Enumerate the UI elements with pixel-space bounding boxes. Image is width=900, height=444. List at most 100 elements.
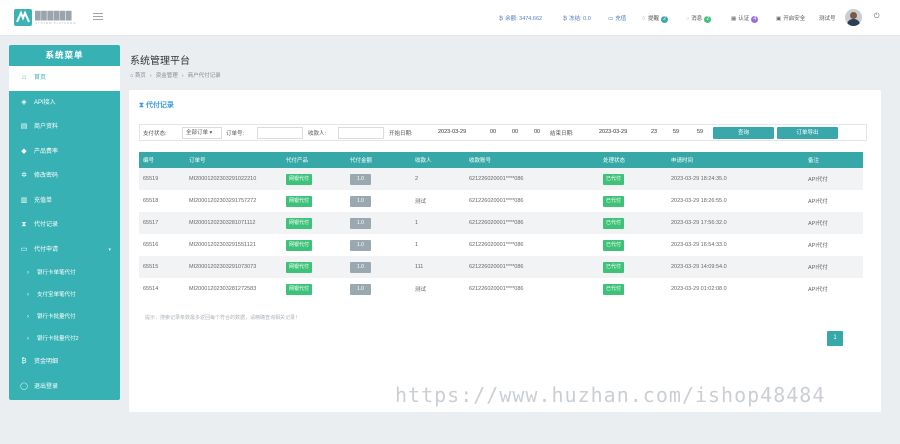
column-header[interactable]: 处理状态 xyxy=(599,152,667,168)
table-row[interactable]: 65514 MI20001202303281272583 网银代付 1.0 测试… xyxy=(139,278,863,300)
column-header[interactable]: 备注 xyxy=(804,152,863,168)
records-table: 编号 订单号 代付产品 代付金额 收款人 收款账号 处理状态 申请时间 备注 6… xyxy=(139,152,863,300)
start-second-field[interactable]: 00 xyxy=(534,129,540,135)
sidebar-item-merchant-info[interactable]: ▤ 商户资料 xyxy=(9,115,120,140)
chevron-down-icon: ▾ xyxy=(108,246,111,253)
order-label: 订单号: xyxy=(226,131,245,137)
product-tag: 网银代付 xyxy=(286,239,313,251)
power-icon: ◯ xyxy=(20,382,28,390)
security-link[interactable]: ▣ 开启安全 xyxy=(776,14,805,22)
sidebar-item-rates[interactable]: ◆ 产品费率 xyxy=(9,140,120,165)
column-header[interactable]: 订单号 xyxy=(185,152,282,168)
hourglass-icon: ⧗ xyxy=(139,102,144,109)
column-header[interactable]: 收款人 xyxy=(411,152,465,168)
amount-tag: 1.0 xyxy=(350,173,371,185)
sidebar-subitem[interactable]: › 支付宝单笔代付 xyxy=(9,284,120,306)
shield-icon: ◈ xyxy=(21,98,27,106)
product-tag: 网银代付 xyxy=(286,195,313,207)
amount-tag: 1.0 xyxy=(350,195,371,207)
payee-label: 收款人: xyxy=(308,131,327,137)
cube-icon: ◆ xyxy=(21,147,27,155)
table-row[interactable]: 65517 MI20001202303281071112 网银代付 1.0 1 … xyxy=(139,212,863,234)
sidebar-subitem[interactable]: › 银行卡单笔代付 xyxy=(9,262,120,284)
column-header[interactable]: 代付金额 xyxy=(346,152,411,168)
logo-subtitle: SYSTEM PLATFORM xyxy=(35,21,77,25)
chevron-right-icon: › xyxy=(27,292,29,298)
table-row[interactable]: 65516 MI20001202303291551121 网银代付 1.0 1 … xyxy=(139,234,863,256)
menu-toggle-icon[interactable] xyxy=(93,13,103,22)
logo-icon[interactable] xyxy=(14,9,32,26)
end-hour-field[interactable]: 23 xyxy=(651,129,657,135)
column-header[interactable]: 申请时间 xyxy=(667,152,804,168)
column-header[interactable]: 收款账号 xyxy=(465,152,599,168)
calendar-icon: ▦ xyxy=(731,16,737,22)
product-tag: 网银代付 xyxy=(286,173,313,185)
table-row[interactable]: 65518 MI20001202303291757272 网银代付 1.0 测试… xyxy=(139,190,863,212)
end-date-field[interactable]: 2023-03-29 xyxy=(599,129,627,135)
chevron-right-icon: › xyxy=(27,270,29,276)
chevron-right-icon: › xyxy=(27,336,29,342)
payee-input[interactable] xyxy=(338,127,384,139)
amount-tag: 1.0 xyxy=(350,261,371,273)
lock-icon: ▣ xyxy=(776,16,782,22)
sidebar-subitem[interactable]: › 银行卡批量代付 xyxy=(9,306,120,328)
sidebar-item-home[interactable]: ⌂ 首页 xyxy=(9,66,120,91)
bitcoin-icon: ₿ xyxy=(563,16,568,22)
remind-link[interactable]: ♢ 提醒 2 xyxy=(641,14,668,23)
status-select[interactable]: 全部订单 ▾ xyxy=(182,127,222,139)
gear-icon: ✲ xyxy=(21,172,27,179)
start-date-field[interactable]: 2023-03-29 xyxy=(438,129,466,135)
status-badge: 已代付 xyxy=(603,239,625,251)
query-button[interactable]: 查询 xyxy=(713,127,774,139)
end-date-label: 结束日期: xyxy=(550,131,574,137)
start-hour-field[interactable]: 00 xyxy=(490,129,496,135)
sidebar-item-payout-records[interactable]: ⧗ 代付记录 xyxy=(9,213,120,238)
status-badge: 已代付 xyxy=(603,261,625,273)
column-header[interactable]: 代付产品 xyxy=(282,152,346,168)
column-header[interactable]: 编号 xyxy=(139,152,185,168)
sidebar-subitem[interactable]: › 银行卡批量代付2 xyxy=(9,328,120,350)
breadcrumb: ⌂ 首页 › 资金管理 › 商户代付记录 xyxy=(130,73,221,79)
auth-link[interactable]: ▦ 认证 4 xyxy=(731,14,759,23)
end-second-field[interactable]: 59 xyxy=(697,129,703,135)
breadcrumb-item[interactable]: 首页 xyxy=(135,73,146,79)
start-minute-field[interactable]: 00 xyxy=(512,129,518,135)
breadcrumb-item[interactable]: 资金管理 xyxy=(156,73,178,79)
end-minute-field[interactable]: 59 xyxy=(673,129,679,135)
sidebar-item-recharge[interactable]: ▥ 充值单 xyxy=(9,189,120,214)
logout-icon[interactable]: ⏻ xyxy=(874,13,880,21)
status-badge: 已代付 xyxy=(603,195,625,207)
logo-text: ██████ xyxy=(35,11,73,20)
sidebar-item-api[interactable]: ◈ API接入 xyxy=(9,91,120,116)
recharge-link[interactable]: ▭ 充值 xyxy=(608,14,626,22)
table-row[interactable]: 65519 MI20001202303291022210 网银代付 1.0 2 … xyxy=(139,168,863,190)
sidebar-item-logout[interactable]: ◯ 退出登录 xyxy=(9,375,120,400)
export-button[interactable]: 订单导出 xyxy=(777,127,838,139)
auth-badge: 4 xyxy=(751,16,759,23)
balance-indicator: ₿ 余额: 3474.662 xyxy=(499,16,543,22)
sidebar-item-payout-apply[interactable]: ▭ 代付申请 ▾ xyxy=(9,238,120,263)
avatar[interactable] xyxy=(845,9,862,26)
status-badge: 已代付 xyxy=(603,217,625,229)
breadcrumb-item: 商户代付记录 xyxy=(187,73,221,79)
remind-badge: 2 xyxy=(660,16,668,23)
product-tag: 网银代付 xyxy=(286,217,313,229)
sidebar-item-password[interactable]: ✲ 修改密码 xyxy=(9,164,120,189)
order-input[interactable] xyxy=(257,127,303,139)
sidebar-item-funds[interactable]: ₿ 资金明细 xyxy=(9,350,120,375)
username[interactable]: 测试号 xyxy=(819,14,836,22)
status-badge: 已代付 xyxy=(603,283,625,295)
page-title: 系统管理平台 xyxy=(130,56,190,67)
product-tag: 网银代付 xyxy=(286,283,313,295)
status-label: 支付状态: xyxy=(143,131,167,137)
card-icon: ▭ xyxy=(20,245,28,253)
table-row[interactable]: 65515 MI20001202303291073073 网银代付 1.0 11… xyxy=(139,256,863,278)
status-badge: 已代付 xyxy=(603,173,625,185)
message-link[interactable]: ◌ 消息 2 xyxy=(686,14,712,23)
top-bar: ██████ SYSTEM PLATFORM ₿ 余额: 3474.662 ₿ 冻结… xyxy=(0,0,900,36)
pagination-page[interactable]: 1 xyxy=(827,331,843,346)
amount-tag: 1.0 xyxy=(350,283,371,295)
bitcoin-icon: ₿ xyxy=(499,16,504,22)
home-icon: ⌂ xyxy=(21,74,27,81)
order-icon: ▥ xyxy=(20,196,28,204)
